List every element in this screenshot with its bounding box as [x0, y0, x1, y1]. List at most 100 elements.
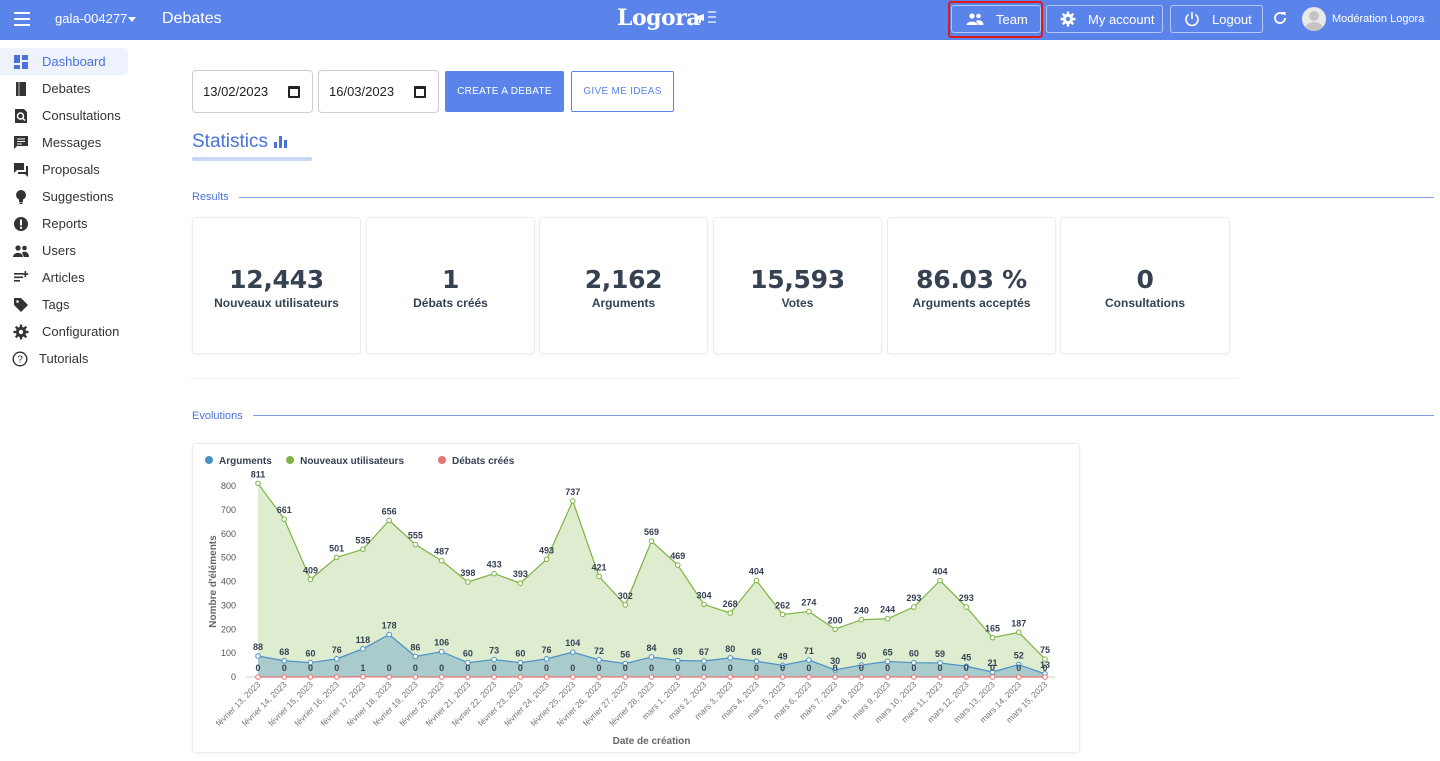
data-point: [806, 674, 812, 680]
bar-chart-icon: [274, 136, 287, 148]
megaphone-icon: [698, 11, 716, 23]
data-point: [806, 608, 812, 615]
sidebar-item-reports[interactable]: Reports: [0, 210, 130, 237]
data-point: [832, 674, 838, 680]
legend-marker: [286, 456, 295, 464]
logo[interactable]: Logora: [617, 5, 701, 31]
data-label: 0: [675, 663, 680, 673]
chevron-down-icon[interactable]: [128, 17, 136, 22]
data-label: 244: [880, 605, 895, 615]
data-label: 0: [387, 663, 392, 673]
data-label: 535: [355, 535, 370, 545]
data-point: [307, 674, 314, 680]
stat-card: 1 Débats créés: [366, 217, 535, 354]
my-account-button[interactable]: My account: [1046, 5, 1163, 33]
team-highlight-box: [948, 1, 1043, 38]
end-date-value: 16/03/2023: [329, 84, 395, 99]
sidebar-item-label: Debates: [42, 81, 91, 96]
evolutions-label: Evolutions: [192, 410, 243, 422]
stat-value: 1: [441, 265, 460, 294]
sidebar-item-dashboard[interactable]: Dashboard: [0, 48, 128, 75]
sidebar-item-suggestions[interactable]: Suggestions: [0, 183, 130, 210]
menu-icon[interactable]: [14, 12, 30, 26]
data-label: 50: [856, 651, 866, 661]
data-label: 80: [725, 644, 735, 654]
sidebar-item-consultations[interactable]: Consultations: [0, 102, 130, 129]
calendar-icon[interactable]: [414, 86, 426, 98]
data-label: 0: [282, 663, 287, 673]
stat-value: 0: [1136, 265, 1154, 294]
sidebar-item-messages[interactable]: Messages: [0, 129, 130, 156]
username[interactable]: Modération Logora: [1332, 13, 1424, 25]
data-point: [491, 674, 497, 680]
data-point: [543, 556, 550, 563]
data-label: 71: [804, 646, 814, 656]
data-point: [438, 648, 445, 655]
svg-text:?: ?: [17, 355, 23, 366]
give-me-ideas-button[interactable]: GIVE ME IDEAS: [571, 71, 674, 112]
users-icon: [13, 245, 29, 257]
stat-card: 15,593 Votes: [713, 217, 882, 354]
data-label: 433: [487, 560, 502, 570]
data-point: [438, 674, 445, 680]
data-label: 76: [542, 645, 552, 655]
sidebar-item-label: Reports: [42, 216, 88, 231]
data-label: 1: [360, 663, 365, 673]
x-axis-label: Date de création: [613, 736, 691, 747]
data-point: [701, 674, 707, 680]
sidebar-item-configuration[interactable]: Configuration: [0, 318, 130, 345]
data-label: 76: [332, 645, 342, 655]
legend-marker: [438, 456, 446, 464]
end-date-input[interactable]: 16/03/2023: [318, 70, 439, 113]
sidebar-item-proposals[interactable]: Proposals: [0, 156, 130, 183]
data-label: 84: [646, 643, 656, 653]
data-label: 0: [780, 663, 785, 673]
data-point: [333, 656, 340, 662]
x-tick-label: février 13, 2023: [214, 679, 263, 728]
statistics-title: Statistics: [192, 131, 269, 152]
data-label: 0: [439, 663, 444, 673]
sidebar-item-label: Dashboard: [42, 54, 106, 69]
data-point: [911, 604, 917, 610]
data-label: 469: [670, 551, 685, 561]
data-label: 302: [618, 591, 633, 601]
data-point: [858, 674, 865, 680]
data-label: 60: [463, 649, 473, 659]
tag-icon: [14, 298, 28, 312]
dashboard-icon: [14, 55, 28, 69]
data-label: 165: [985, 624, 1000, 634]
logout-button[interactable]: Logout: [1170, 5, 1263, 33]
sidebar-item-label: Articles: [42, 270, 85, 285]
data-point: [333, 554, 340, 561]
data-label: 737: [565, 487, 580, 497]
refresh-icon[interactable]: [1272, 10, 1288, 26]
data-label: 88: [253, 642, 263, 652]
calendar-icon[interactable]: [288, 86, 300, 98]
tenant-selector[interactable]: gala-004277: [55, 11, 127, 26]
data-point: [465, 674, 471, 680]
create-debate-button[interactable]: CREATE A DEBATE: [445, 71, 564, 112]
my-account-label: My account: [1088, 11, 1155, 27]
data-label: 240: [854, 606, 869, 616]
data-point: [438, 557, 445, 564]
stat-label: Consultations: [1105, 296, 1185, 310]
data-point: [281, 674, 288, 680]
data-label: 555: [408, 530, 423, 540]
sidebar-item-tutorials[interactable]: ? Tutorials: [0, 345, 130, 372]
sidebar-item-tags[interactable]: Tags: [0, 291, 130, 318]
data-label: 0: [885, 663, 890, 673]
stat-value: 2,162: [584, 265, 663, 294]
data-label: 106: [434, 638, 449, 648]
avatar-icon[interactable]: [1302, 7, 1326, 31]
data-point: [648, 538, 655, 544]
data-label: 86: [410, 642, 420, 652]
sidebar-item-debates[interactable]: Debates: [0, 75, 130, 102]
data-label: 661: [277, 505, 292, 515]
y-tick-label: 200: [221, 624, 236, 634]
start-date-input[interactable]: 13/02/2023: [192, 70, 313, 113]
data-point: [281, 516, 288, 522]
data-point: [1015, 629, 1022, 636]
sidebar-item-articles[interactable]: Articles: [0, 264, 130, 291]
data-label: 68: [279, 647, 289, 657]
sidebar-item-users[interactable]: Users: [0, 237, 130, 264]
